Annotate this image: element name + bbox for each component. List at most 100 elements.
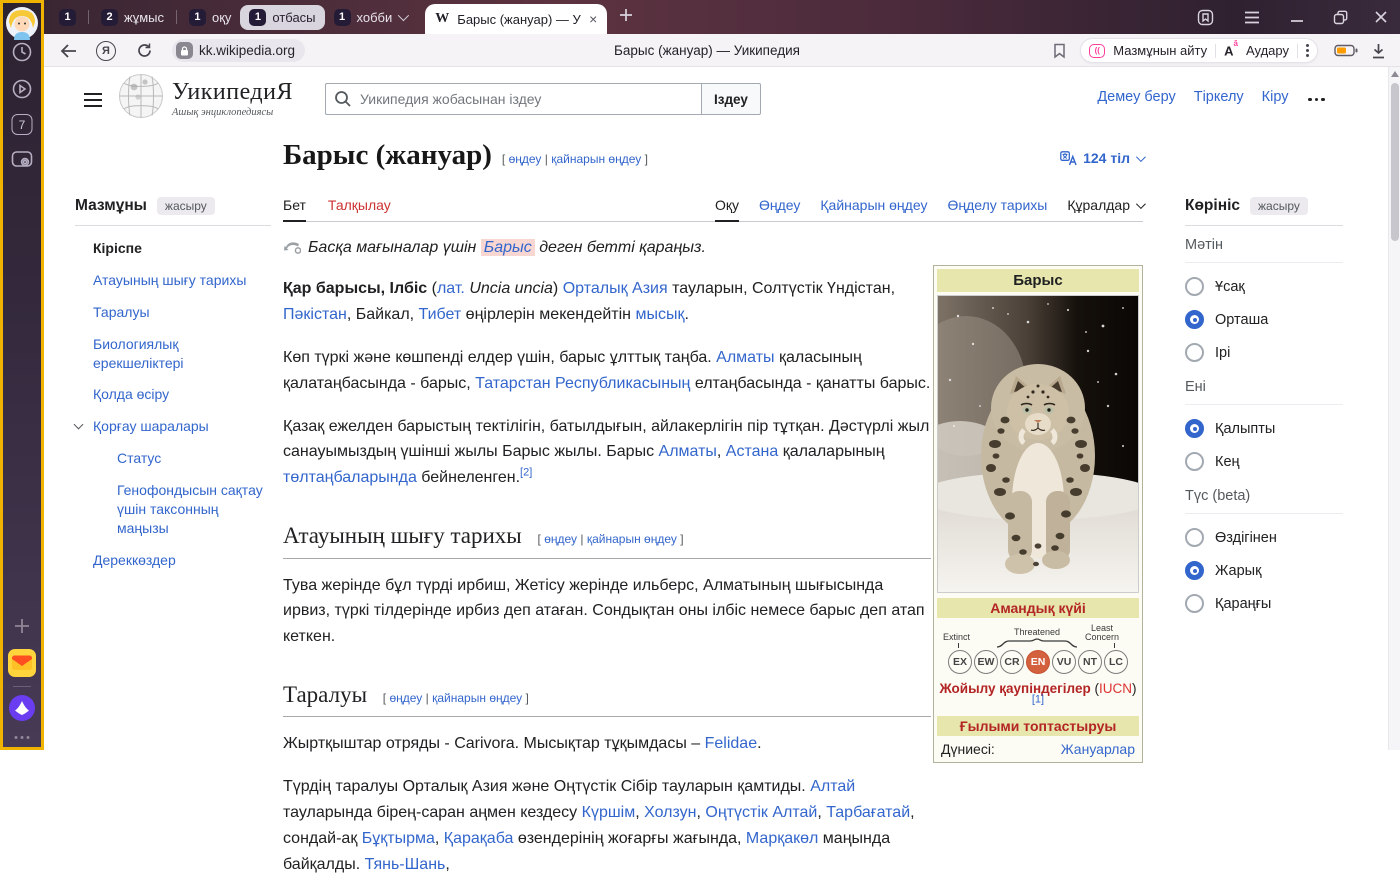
yandex-mail-icon[interactable]	[8, 649, 36, 677]
toc-item-protection[interactable]: Қорғау шаралары	[93, 417, 271, 436]
tab-group-1[interactable]: 1	[50, 5, 85, 30]
download-icon[interactable]	[1371, 34, 1386, 67]
inline-link[interactable]: Барыс	[481, 239, 535, 256]
scrollbar-thumb[interactable]	[1391, 83, 1399, 241]
wikipedia-wordmark[interactable]: УикипедиЯ Ашық энциклопедиясы	[172, 79, 293, 118]
inline-link[interactable]: Тарбағатай	[826, 804, 910, 821]
tab-group-study[interactable]: 1оқу	[180, 5, 240, 30]
inline-link[interactable]: Пәкістан	[283, 306, 347, 323]
edit-link[interactable]: өңдеу	[389, 691, 422, 705]
radio-icon[interactable]	[1185, 594, 1204, 613]
tab-group-hobby[interactable]: 1хобби	[325, 5, 416, 30]
page-scrollbar[interactable]	[1388, 67, 1400, 750]
panels-icon[interactable]	[1197, 0, 1214, 34]
radio-width-standard[interactable]: Қалыпты	[1185, 419, 1343, 438]
history-icon[interactable]	[11, 41, 33, 63]
inline-link[interactable]: Тянь-Шань	[365, 856, 446, 873]
radio-icon[interactable]	[1185, 343, 1204, 362]
radio-color-auto[interactable]: Өздігінен	[1185, 528, 1343, 547]
toc-item-captivity[interactable]: Қолда өсіру	[93, 385, 271, 404]
inline-link[interactable]: Қарақаба	[444, 830, 514, 847]
inline-link[interactable]: лат.	[437, 280, 465, 297]
snow-leopard-image[interactable]	[937, 295, 1139, 593]
appearance-hide-button[interactable]: жасыру	[1250, 197, 1308, 215]
inline-link[interactable]: төлтаңбаларында	[283, 469, 417, 486]
edit-source-link[interactable]: қайнарын өңдеу	[551, 152, 641, 166]
add-panel-icon[interactable]	[13, 617, 31, 635]
battery-icon[interactable]	[1334, 34, 1358, 67]
edit-link[interactable]: өңдеу	[544, 532, 577, 546]
restore-window-icon[interactable]	[1333, 0, 1348, 34]
login-link[interactable]: Кіру	[1262, 89, 1289, 105]
more-actions-icon[interactable]	[1306, 42, 1309, 59]
main-menu-icon[interactable]	[84, 93, 102, 111]
tab-history[interactable]: Өңделу тарихы	[947, 197, 1047, 213]
search-button[interactable]: Іздеу	[701, 83, 761, 115]
inline-link[interactable]: Күршім	[582, 804, 636, 821]
inline-link[interactable]: Марқакөл	[746, 830, 818, 847]
radio-icon[interactable]	[1185, 452, 1204, 471]
toc-item-status[interactable]: Статус	[117, 449, 271, 468]
radio-color-light[interactable]: Жарық	[1185, 561, 1343, 580]
inline-link[interactable]: Бұқтырма	[362, 830, 435, 847]
bookmark-flag-icon[interactable]	[1053, 34, 1066, 67]
read-aloud-button[interactable]: Мазмұнын айту	[1113, 43, 1207, 58]
inline-link[interactable]: Орталық Азия	[563, 280, 668, 297]
lock-icon[interactable]	[176, 42, 193, 59]
toc-item-distribution[interactable]: Таралуы	[93, 303, 271, 322]
inline-link[interactable]: Алматы	[716, 349, 774, 366]
tab-group-work[interactable]: 2жұмыс	[92, 5, 173, 30]
tab-talk[interactable]: Талқылау	[328, 197, 391, 213]
alice-assistant-icon[interactable]	[8, 694, 36, 722]
radio-text-small[interactable]: Ұсақ	[1185, 277, 1343, 296]
new-tab-button[interactable]	[617, 6, 635, 29]
tab-group-family[interactable]: 1отбасы	[240, 5, 324, 30]
radio-color-dark[interactable]: Қараңғы	[1185, 594, 1343, 613]
toc-item-references[interactable]: Дереккөздер	[93, 551, 271, 570]
header-more-icon[interactable]	[1307, 89, 1327, 105]
url-bar[interactable]: kk.wikipedia.org	[172, 39, 305, 62]
donate-link[interactable]: Демеу беру	[1097, 89, 1175, 105]
register-link[interactable]: Тіркелу	[1194, 89, 1244, 105]
inline-link[interactable]: Алматы	[659, 443, 717, 460]
rail-more-icon[interactable]	[15, 734, 30, 741]
inline-link[interactable]: IUCN	[1099, 681, 1132, 696]
tools-menu[interactable]: Құралдар	[1067, 197, 1143, 213]
inline-link[interactable]: [2]	[520, 467, 532, 479]
inline-link[interactable]: Холзун	[644, 804, 696, 821]
tab-read[interactable]: Оқу	[715, 197, 739, 213]
inline-link[interactable]: Тибет	[419, 306, 462, 323]
back-icon[interactable]	[60, 34, 78, 67]
radio-width-wide[interactable]: Кең	[1185, 452, 1343, 471]
edit-source-link[interactable]: қайнарын өңдеу	[432, 691, 522, 705]
inline-link[interactable]: Астана	[726, 443, 778, 460]
inline-link[interactable]: мысық	[635, 306, 684, 323]
edit-source-link[interactable]: қайнарын өңдеу	[587, 532, 677, 546]
radio-icon[interactable]	[1185, 277, 1204, 296]
edit-link[interactable]: өңдеу	[509, 152, 542, 166]
active-browser-tab[interactable]: W Барыс (жануар) — Уик ×	[425, 4, 607, 34]
refresh-icon[interactable]	[136, 34, 153, 67]
radio-icon[interactable]	[1185, 528, 1204, 547]
wikipedia-logo[interactable]	[118, 73, 164, 124]
scroll-up-arrow[interactable]	[1391, 71, 1399, 77]
close-window-icon[interactable]	[1374, 0, 1388, 34]
inline-link[interactable]: [1]	[1032, 694, 1044, 706]
inline-link[interactable]: Татарстан Республикасының	[475, 375, 690, 392]
screenshot-icon[interactable]	[11, 149, 34, 171]
toc-item-etymology[interactable]: Атауының шығу тарихы	[93, 271, 271, 290]
browser-menu-icon[interactable]	[1244, 0, 1260, 34]
radio-text-large[interactable]: Ірі	[1185, 343, 1343, 362]
tab-counter[interactable]: 7	[12, 114, 33, 135]
chevron-down-icon[interactable]	[74, 420, 84, 430]
toc-item-intro[interactable]: Кіріспе	[93, 239, 271, 258]
translate-button[interactable]: Аудару	[1246, 43, 1289, 58]
tab-page[interactable]: Бет	[283, 197, 306, 213]
tab-close-icon[interactable]: ×	[589, 11, 597, 27]
play-media-icon[interactable]	[11, 78, 33, 100]
radio-icon-selected[interactable]	[1185, 310, 1204, 329]
radio-text-medium[interactable]: Орташа	[1185, 310, 1343, 329]
radio-icon-selected[interactable]	[1185, 561, 1204, 580]
toc-item-biology[interactable]: Биологиялық ерекшеліктері	[93, 335, 271, 373]
tab-edit[interactable]: Өңдеу	[759, 197, 800, 213]
